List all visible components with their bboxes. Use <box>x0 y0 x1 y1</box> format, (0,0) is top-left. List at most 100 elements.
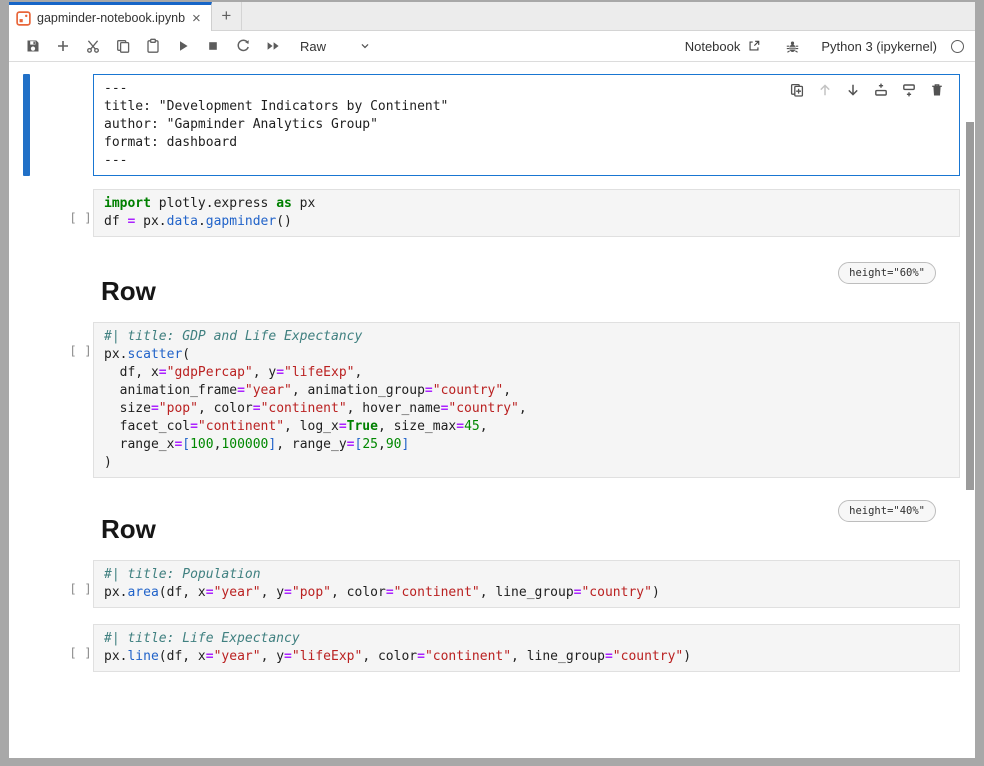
paste-cells-button[interactable] <box>138 33 168 59</box>
code-token: #| title: Population <box>104 567 261 582</box>
cell-gutter: [ ]: <box>9 560 93 611</box>
code-token: = <box>206 649 214 664</box>
code-token: 90 <box>386 437 402 452</box>
code-token: , <box>378 437 386 452</box>
raw-cell[interactable]: ---title: "Development Indicators by Con… <box>93 74 960 176</box>
code-line: animation_frame="year", animation_group=… <box>104 382 949 400</box>
code-line: size="pop", color="continent", hover_nam… <box>104 400 949 418</box>
code-token: (df, x <box>159 585 206 600</box>
duplicate-icon <box>789 82 805 98</box>
code-cell[interactable]: #| title: GDP and Life Expectancypx.scat… <box>93 322 960 478</box>
code-token: "continent" <box>394 585 480 600</box>
interrupt-kernel-button[interactable] <box>198 33 228 59</box>
code-token: True <box>347 419 378 434</box>
jupyter-window: gapminder-notebook.ipynb × + <box>9 2 975 758</box>
code-token: , color <box>362 649 417 664</box>
code-line: df, x="gdpPercap", y="lifeExp", <box>104 364 949 382</box>
code-token: px. <box>104 649 127 664</box>
code-token: author: "Gapminder Analytics Group" <box>104 117 378 132</box>
code-token: size <box>104 401 151 416</box>
code-token: ( <box>182 347 190 362</box>
paste-icon <box>145 38 161 54</box>
close-tab-icon[interactable]: × <box>191 11 202 26</box>
code-editor[interactable]: #| title: Life Expectancypx.line(df, x="… <box>104 630 949 666</box>
code-cell[interactable]: import plotly.express as pxdf = px.data.… <box>93 189 960 240</box>
notebook-panel: ---title: "Development Indicators by Con… <box>9 62 975 758</box>
restart-icon <box>235 38 251 54</box>
move-cell-down-button[interactable] <box>839 79 867 101</box>
plus-icon <box>55 38 71 54</box>
code-token: import <box>104 196 151 211</box>
move-cell-up-button[interactable] <box>811 79 839 101</box>
copy-cells-button[interactable] <box>108 33 138 59</box>
code-token: "country" <box>613 649 683 664</box>
code-token: = <box>386 585 394 600</box>
stop-icon <box>205 38 221 54</box>
cell-gdp-life-expectancy: [ ]: #| title: GDP and Life Expectancypx… <box>9 322 960 478</box>
code-token: as <box>276 196 292 211</box>
cell-toolbar <box>783 79 951 101</box>
arrow-down-icon <box>845 82 861 98</box>
tab-gapminder-notebook[interactable]: gapminder-notebook.ipynb × <box>9 2 212 31</box>
height-badge: height="40%" <box>838 500 936 522</box>
kernel-status-icon[interactable] <box>951 40 964 53</box>
row-heading: Row <box>101 276 960 306</box>
code-token: animation_frame <box>104 383 237 398</box>
code-token: df <box>104 214 127 229</box>
code-token: format: dashboard <box>104 135 237 150</box>
code-line: df = px.data.gapminder() <box>104 213 949 231</box>
code-token: , y <box>261 585 284 600</box>
notebook-file-icon <box>16 11 31 26</box>
insert-above-icon <box>873 82 889 98</box>
save-button[interactable] <box>18 33 48 59</box>
new-tab-button[interactable]: + <box>212 2 242 30</box>
cell-life-expectancy: [ ]: #| title: Life Expectancypx.line(df… <box>9 624 960 675</box>
trash-icon <box>929 82 945 98</box>
code-line: px.scatter( <box>104 346 949 364</box>
copy-icon <box>115 38 131 54</box>
code-line: px.line(df, x="year", y="lifeExp", color… <box>104 648 949 666</box>
code-token: = <box>417 649 425 664</box>
code-token: 45 <box>464 419 480 434</box>
insert-cell-below-button[interactable] <box>895 79 923 101</box>
code-token: px. <box>104 585 127 600</box>
code-token: , hover_name <box>347 401 441 416</box>
code-line: #| title: Population <box>104 566 949 584</box>
code-cell[interactable]: #| title: Life Expectancypx.line(df, x="… <box>93 624 960 675</box>
run-cell-button[interactable] <box>168 33 198 59</box>
code-editor[interactable]: #| title: Populationpx.area(df, x="year"… <box>104 566 949 602</box>
cell-gutter <box>9 74 93 176</box>
external-link-icon <box>747 39 761 53</box>
cut-cells-button[interactable] <box>78 33 108 59</box>
code-token: , line_group <box>511 649 605 664</box>
active-cell-collapser[interactable] <box>23 74 30 176</box>
code-token: , <box>480 419 488 434</box>
vertical-scrollbar-thumb[interactable] <box>966 122 974 490</box>
code-token: = <box>347 437 355 452</box>
insert-below-icon <box>901 82 917 98</box>
code-token: , <box>354 365 362 380</box>
debugger-button[interactable] <box>777 33 807 59</box>
code-cell[interactable]: #| title: Populationpx.area(df, x="year"… <box>93 560 960 611</box>
kernel-name[interactable]: Python 3 (ipykernel) <box>821 39 937 54</box>
insert-cell-above-button[interactable] <box>867 79 895 101</box>
delete-cell-button[interactable] <box>923 79 951 101</box>
code-token: "gdpPercap" <box>167 365 253 380</box>
code-token: , size_max <box>378 419 456 434</box>
code-editor[interactable]: #| title: GDP and Life Expectancypx.scat… <box>104 328 949 472</box>
cell-type-dropdown[interactable]: Raw <box>300 39 372 54</box>
restart-kernel-button[interactable] <box>228 33 258 59</box>
code-token: = <box>237 383 245 398</box>
markdown-cell[interactable]: height="60%" Row <box>93 268 960 306</box>
code-token: , color <box>198 401 253 416</box>
restart-run-all-button[interactable] <box>258 33 288 59</box>
markdown-cell[interactable]: height="40%" Row <box>93 506 960 544</box>
height-badge: height="60%" <box>838 262 936 284</box>
fast-forward-icon <box>265 38 281 54</box>
code-line: px.area(df, x="year", y="pop", color="co… <box>104 584 949 602</box>
insert-cell-button[interactable] <box>48 33 78 59</box>
notebook-interface-button[interactable]: Notebook <box>685 39 762 54</box>
code-editor[interactable]: import plotly.express as pxdf = px.data.… <box>104 195 949 231</box>
cell-frontmatter: ---title: "Development Indicators by Con… <box>9 74 960 176</box>
duplicate-cell-button[interactable] <box>783 79 811 101</box>
